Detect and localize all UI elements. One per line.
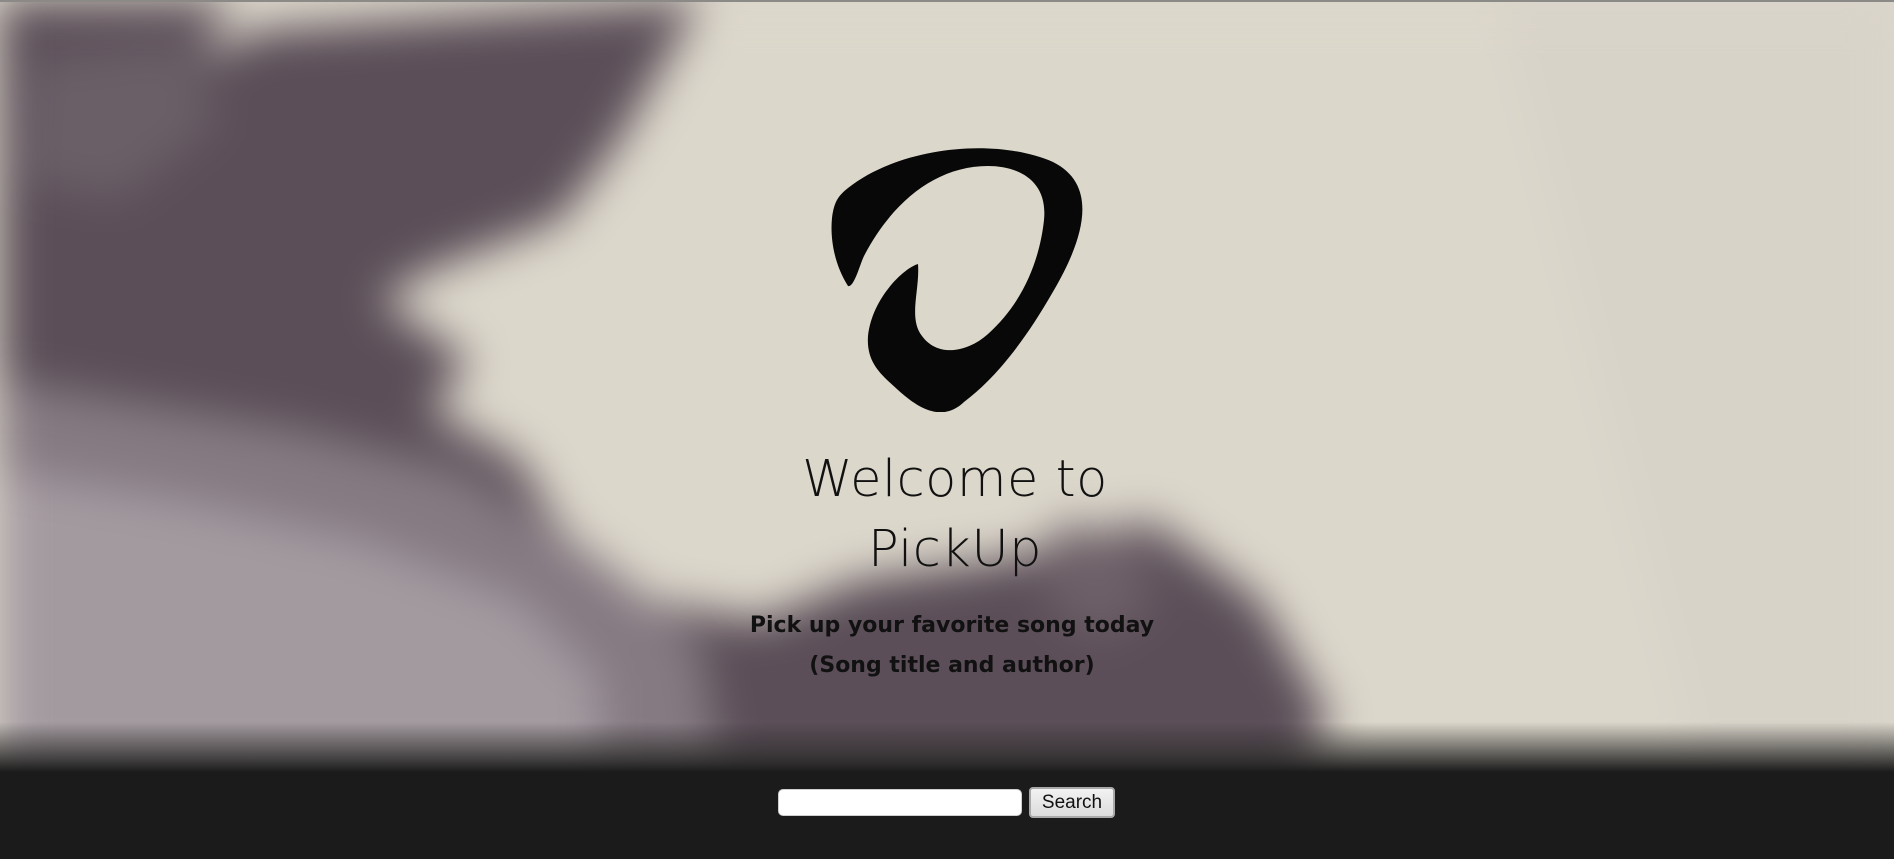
guitar-pick-logo-icon xyxy=(831,148,1083,412)
top-border xyxy=(0,0,1894,2)
app-name: PickUp xyxy=(867,520,1043,579)
welcome-heading: Welcome to PickUp xyxy=(0,445,1894,585)
page: Welcome to PickUp Pick up your favorite … xyxy=(0,0,1894,859)
tagline: Pick up your favorite song today xyxy=(749,613,1155,638)
search-input[interactable] xyxy=(778,789,1022,816)
search-button[interactable]: Search xyxy=(1029,787,1115,818)
hero-bottom-fade xyxy=(0,722,1894,772)
search-hint: (Song title and author) xyxy=(809,653,1095,678)
welcome-line-1: Welcome to xyxy=(802,450,1108,509)
hero-section: Welcome to PickUp Pick up your favorite … xyxy=(0,0,1894,772)
